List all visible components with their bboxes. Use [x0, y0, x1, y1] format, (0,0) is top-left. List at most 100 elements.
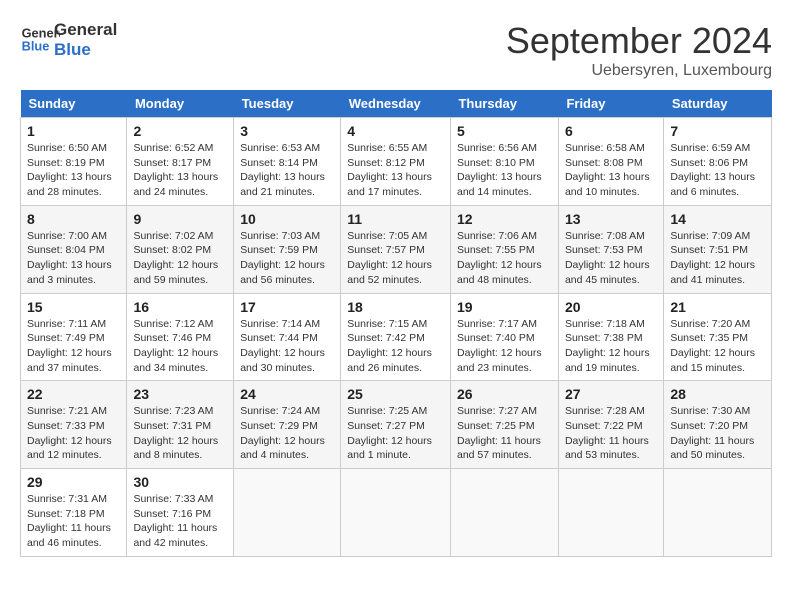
- location: Uebersyren, Luxembourg: [506, 62, 772, 80]
- day-number: 29: [27, 474, 120, 490]
- day-number: 20: [565, 299, 657, 315]
- calendar-cell: 9Sunrise: 7:02 AM Sunset: 8:02 PM Daylig…: [127, 205, 234, 293]
- day-number: 1: [27, 123, 120, 139]
- day-info: Sunrise: 7:14 AM Sunset: 7:44 PM Dayligh…: [240, 317, 334, 376]
- day-number: 6: [565, 123, 657, 139]
- day-number: 30: [133, 474, 227, 490]
- day-info: Sunrise: 7:30 AM Sunset: 7:20 PM Dayligh…: [670, 404, 765, 463]
- day-number: 15: [27, 299, 120, 315]
- calendar-cell: 3 Sunrise: 6:53 AM Sunset: 8:14 PM Daylig…: [234, 118, 341, 206]
- logo-blue: Blue: [54, 40, 117, 60]
- calendar-cell: 22 Sunrise: 7:21 AM Sunset: 7:33 PM Dayli…: [21, 381, 127, 469]
- day-info: Sunrise: 7:06 AM Sunset: 7:55 PM Dayligh…: [457, 229, 552, 288]
- day-number: 2: [133, 123, 227, 139]
- calendar-cell: 29 Sunrise: 7:31 AM Sunset: 7:18 PM Dayli…: [21, 469, 127, 557]
- day-info: Sunrise: 7:27 AM Sunset: 7:25 PM Dayligh…: [457, 404, 552, 463]
- day-number: 24: [240, 386, 334, 402]
- day-number: 14: [670, 211, 765, 227]
- day-info: Sunrise: 6:55 AM Sunset: 8:12 PM Dayligh…: [347, 141, 444, 200]
- day-number: 22: [27, 386, 120, 402]
- calendar-table: SundayMondayTuesdayWednesdayThursdayFrid…: [20, 90, 772, 557]
- calendar-cell: 26 Sunrise: 7:27 AM Sunset: 7:25 PM Dayli…: [450, 381, 558, 469]
- day-info: Sunrise: 7:08 AM Sunset: 7:53 PM Dayligh…: [565, 229, 657, 288]
- calendar-cell: 19 Sunrise: 7:17 AM Sunset: 7:40 PM Dayli…: [450, 293, 558, 381]
- day-info: Sunrise: 6:52 AM Sunset: 8:17 PM Dayligh…: [133, 141, 227, 200]
- day-number: 17: [240, 299, 334, 315]
- calendar-cell: 2 Sunrise: 6:52 AM Sunset: 8:17 PM Daylig…: [127, 118, 234, 206]
- title-area: September 2024 Uebersyren, Luxembourg: [506, 20, 772, 80]
- calendar-cell: 5 Sunrise: 6:56 AM Sunset: 8:10 PM Daylig…: [450, 118, 558, 206]
- calendar-cell: 7 Sunrise: 6:59 AM Sunset: 8:06 PM Daylig…: [664, 118, 772, 206]
- day-info: Sunrise: 7:31 AM Sunset: 7:18 PM Dayligh…: [27, 492, 120, 551]
- day-number: 3: [240, 123, 334, 139]
- day-info: Sunrise: 7:28 AM Sunset: 7:22 PM Dayligh…: [565, 404, 657, 463]
- calendar-cell: 6 Sunrise: 6:58 AM Sunset: 8:08 PM Daylig…: [558, 118, 663, 206]
- day-info: Sunrise: 7:15 AM Sunset: 7:42 PM Dayligh…: [347, 317, 444, 376]
- logo: General Blue General Blue: [20, 20, 117, 61]
- calendar-cell: 4 Sunrise: 6:55 AM Sunset: 8:12 PM Daylig…: [341, 118, 451, 206]
- day-number: 12: [457, 211, 552, 227]
- calendar-cell: 20 Sunrise: 7:18 AM Sunset: 7:38 PM Dayli…: [558, 293, 663, 381]
- calendar-cell: 14 Sunrise: 7:09 AM Sunset: 7:51 PM Dayli…: [664, 205, 772, 293]
- day-number: 4: [347, 123, 444, 139]
- day-number: 25: [347, 386, 444, 402]
- day-info: Sunrise: 7:18 AM Sunset: 7:38 PM Dayligh…: [565, 317, 657, 376]
- calendar-cell: [558, 469, 663, 557]
- calendar-cell: [450, 469, 558, 557]
- day-number: 5: [457, 123, 552, 139]
- calendar-week-row: 8Sunrise: 7:00 AM Sunset: 8:04 PM Daylig…: [21, 205, 772, 293]
- day-info: Sunrise: 7:25 AM Sunset: 7:27 PM Dayligh…: [347, 404, 444, 463]
- day-info: Sunrise: 7:20 AM Sunset: 7:35 PM Dayligh…: [670, 317, 765, 376]
- calendar-cell: 1 Sunrise: 6:50 AM Sunset: 8:19 PM Daylig…: [21, 118, 127, 206]
- calendar-cell: 8Sunrise: 7:00 AM Sunset: 8:04 PM Daylig…: [21, 205, 127, 293]
- calendar-week-row: 22 Sunrise: 7:21 AM Sunset: 7:33 PM Dayli…: [21, 381, 772, 469]
- calendar-week-row: 1 Sunrise: 6:50 AM Sunset: 8:19 PM Daylig…: [21, 118, 772, 206]
- calendar-cell: 15 Sunrise: 7:11 AM Sunset: 7:49 PM Dayli…: [21, 293, 127, 381]
- day-info: Sunrise: 6:53 AM Sunset: 8:14 PM Dayligh…: [240, 141, 334, 200]
- calendar-cell: [664, 469, 772, 557]
- month-title: September 2024: [506, 20, 772, 62]
- calendar-cell: 21 Sunrise: 7:20 AM Sunset: 7:35 PM Dayli…: [664, 293, 772, 381]
- day-number: 7: [670, 123, 765, 139]
- calendar-week-row: 29 Sunrise: 7:31 AM Sunset: 7:18 PM Dayli…: [21, 469, 772, 557]
- day-info: Sunrise: 7:11 AM Sunset: 7:49 PM Dayligh…: [27, 317, 120, 376]
- calendar-cell: 16 Sunrise: 7:12 AM Sunset: 7:46 PM Dayli…: [127, 293, 234, 381]
- day-number: 16: [133, 299, 227, 315]
- day-info: Sunrise: 6:59 AM Sunset: 8:06 PM Dayligh…: [670, 141, 765, 200]
- calendar-cell: [234, 469, 341, 557]
- day-info: Sunrise: 7:21 AM Sunset: 7:33 PM Dayligh…: [27, 404, 120, 463]
- day-info: Sunrise: 7:03 AM Sunset: 7:59 PM Dayligh…: [240, 229, 334, 288]
- day-number: 26: [457, 386, 552, 402]
- weekday-header-row: SundayMondayTuesdayWednesdayThursdayFrid…: [21, 90, 772, 118]
- day-info: Sunrise: 7:33 AM Sunset: 7:16 PM Dayligh…: [133, 492, 227, 551]
- weekday-header-wednesday: Wednesday: [341, 90, 451, 118]
- day-number: 9: [133, 211, 227, 227]
- day-info: Sunrise: 7:09 AM Sunset: 7:51 PM Dayligh…: [670, 229, 765, 288]
- logo-general: General: [54, 20, 117, 40]
- calendar-cell: 30 Sunrise: 7:33 AM Sunset: 7:16 PM Dayli…: [127, 469, 234, 557]
- day-info: Sunrise: 6:58 AM Sunset: 8:08 PM Dayligh…: [565, 141, 657, 200]
- day-number: 8: [27, 211, 120, 227]
- weekday-header-saturday: Saturday: [664, 90, 772, 118]
- calendar-cell: 11 Sunrise: 7:05 AM Sunset: 7:57 PM Dayli…: [341, 205, 451, 293]
- day-info: Sunrise: 7:23 AM Sunset: 7:31 PM Dayligh…: [133, 404, 227, 463]
- calendar-cell: 12 Sunrise: 7:06 AM Sunset: 7:55 PM Dayli…: [450, 205, 558, 293]
- weekday-header-tuesday: Tuesday: [234, 90, 341, 118]
- day-info: Sunrise: 7:24 AM Sunset: 7:29 PM Dayligh…: [240, 404, 334, 463]
- calendar-cell: 18Sunrise: 7:15 AM Sunset: 7:42 PM Dayli…: [341, 293, 451, 381]
- day-info: Sunrise: 7:12 AM Sunset: 7:46 PM Dayligh…: [133, 317, 227, 376]
- calendar-cell: [341, 469, 451, 557]
- day-number: 21: [670, 299, 765, 315]
- day-number: 11: [347, 211, 444, 227]
- day-number: 28: [670, 386, 765, 402]
- weekday-header-friday: Friday: [558, 90, 663, 118]
- day-info: Sunrise: 7:17 AM Sunset: 7:40 PM Dayligh…: [457, 317, 552, 376]
- calendar-cell: 17 Sunrise: 7:14 AM Sunset: 7:44 PM Dayli…: [234, 293, 341, 381]
- day-number: 10: [240, 211, 334, 227]
- calendar-cell: 13Sunrise: 7:08 AM Sunset: 7:53 PM Dayli…: [558, 205, 663, 293]
- svg-text:Blue: Blue: [22, 39, 50, 54]
- day-info: Sunrise: 7:05 AM Sunset: 7:57 PM Dayligh…: [347, 229, 444, 288]
- day-number: 19: [457, 299, 552, 315]
- day-info: Sunrise: 6:56 AM Sunset: 8:10 PM Dayligh…: [457, 141, 552, 200]
- day-info: Sunrise: 6:50 AM Sunset: 8:19 PM Dayligh…: [27, 141, 120, 200]
